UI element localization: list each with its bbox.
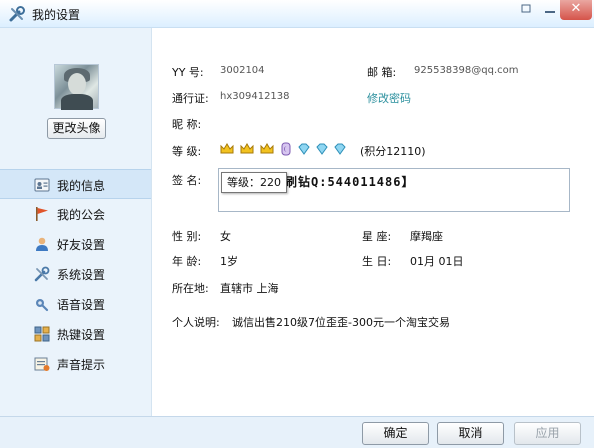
passport-value: hx309412138 [220, 91, 290, 102]
sidebar-item-my-guild[interactable]: 我的公会 [0, 199, 151, 229]
sidebar-item-sound-alert[interactable]: 声音提示 [0, 349, 151, 379]
sidebar-item-label: 我的公会 [57, 208, 106, 222]
age-value: 1岁 [220, 255, 238, 268]
gender-label: 性 别: [172, 230, 202, 243]
window-title: 我的设置 [32, 8, 81, 22]
crown-icon[interactable] [240, 142, 254, 156]
cancel-button[interactable]: 取消 [437, 422, 504, 445]
apply-button[interactable]: 应用 [514, 422, 581, 445]
sidebar-item-label: 系统设置 [57, 268, 106, 282]
constellation-label: 星 座: [362, 230, 392, 243]
sidebar-item-hotkey-settings[interactable]: 热键设置 [0, 319, 151, 349]
signature-label: 签 名: [172, 174, 202, 187]
close-icon: ✕ [570, 1, 582, 16]
change-avatar-button[interactable]: 更改头像 [47, 118, 106, 139]
age-label: 年 龄: [172, 255, 202, 268]
flag-icon [36, 207, 48, 221]
sidebar: 更改头像 我的信息 我的公会 好友设置 系统设置 语音设置 热键设置 声音提示 [0, 28, 152, 416]
tools-icon [9, 6, 25, 22]
email-value: 925538398@qq.com [414, 65, 519, 76]
dialog-footer: 确定 取消 应用 [0, 416, 594, 448]
crown-icon[interactable] [220, 142, 234, 156]
sidebar-item-label: 语音设置 [57, 298, 106, 312]
birthday-label: 生 日: [362, 255, 392, 268]
location-label: 所在地: [172, 282, 209, 295]
sidebar-item-label: 声音提示 [57, 358, 106, 372]
tools-icon [34, 266, 50, 282]
sound-icon [34, 357, 50, 371]
sidebar-item-my-info[interactable]: 我的信息 [0, 169, 151, 199]
sidebar-item-label: 热键设置 [57, 328, 106, 342]
diamond-icon[interactable] [297, 142, 311, 156]
hotkey-icon [34, 326, 50, 342]
avatar [54, 64, 99, 110]
sidebar-nav: 我的信息 我的公会 好友设置 系统设置 语音设置 热键设置 声音提示 [0, 169, 151, 379]
change-password-link[interactable]: 修改密码 [367, 90, 411, 106]
nickname-label: 昵 称: [172, 118, 202, 131]
user-icon [36, 237, 48, 251]
ok-button[interactable]: 确定 [362, 422, 429, 445]
voice-icon [36, 299, 49, 312]
profile-card-icon [34, 178, 50, 192]
sidebar-item-label: 我的信息 [57, 179, 106, 193]
moon-icon[interactable] [279, 142, 293, 156]
title-bar: 我的设置 ✕ [0, 0, 594, 28]
location-value: 直辖市 上海 [220, 282, 279, 295]
gender-value: 女 [220, 230, 231, 243]
restore-icon[interactable] [513, 0, 539, 20]
sidebar-item-system-settings[interactable]: 系统设置 [0, 259, 151, 289]
sidebar-item-voice-settings[interactable]: 语音设置 [0, 289, 151, 319]
yy-number: 3002104 [220, 65, 265, 76]
sidebar-item-friend-settings[interactable]: 好友设置 [0, 229, 151, 259]
close-button[interactable]: ✕ [560, 0, 592, 20]
level-tooltip: 等级：220 [221, 172, 287, 193]
yy-label: YY 号: [172, 66, 204, 79]
sidebar-item-label: 好友设置 [57, 238, 106, 252]
crown-icon[interactable] [260, 142, 274, 156]
diamond-icon[interactable] [333, 142, 347, 156]
signature-text: 刷钻Q:544011486】 [285, 175, 415, 189]
points-text: (积分12110) [360, 145, 426, 158]
level-label: 等 级: [172, 145, 202, 158]
bio-value: 诚信出售210级7位歪歪-300元一个淘宝交易 [232, 316, 450, 329]
diamond-icon[interactable] [315, 142, 329, 156]
profile-panel [153, 28, 594, 416]
email-label: 邮 箱: [367, 66, 397, 79]
passport-label: 通行证: [172, 92, 209, 105]
birthday-value: 01月 01日 [410, 255, 464, 268]
bio-label: 个人说明: [172, 316, 220, 329]
constellation-value: 摩羯座 [410, 230, 443, 243]
